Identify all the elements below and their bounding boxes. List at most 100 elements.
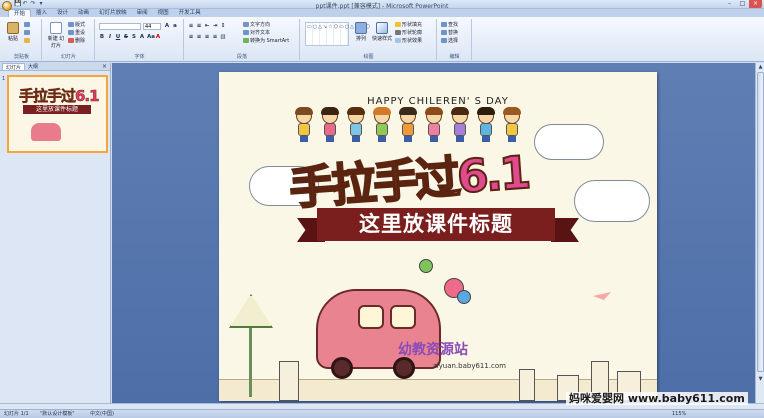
find-label: 查找 [448, 22, 459, 28]
cut-button[interactable] [24, 22, 31, 29]
clipboard-group: 粘贴 剪贴板 [2, 19, 42, 60]
text-direction-button[interactable]: 文字方向 [243, 22, 270, 29]
italic-icon[interactable]: I [107, 34, 113, 40]
strikethrough-icon[interactable]: S [123, 34, 129, 40]
tab-outline[interactable]: 大纲 [25, 63, 41, 70]
columns-icon[interactable]: ▥ [220, 34, 226, 40]
copy-button[interactable] [24, 30, 31, 37]
shrink-font-icon[interactable]: a [172, 23, 178, 29]
shape-outline-button[interactable]: 形状轮廓 [395, 30, 422, 37]
smartart-button[interactable]: 转换为 SmartArt [243, 38, 289, 45]
subtitle-banner[interactable]: 这里放课件标题 [317, 208, 555, 241]
office-button[interactable] [2, 1, 12, 11]
arrange-button[interactable]: 排列 [353, 21, 369, 47]
shape-fill-button[interactable]: 形状填充 [395, 22, 422, 29]
site-logo: 幼教资源站 [398, 342, 468, 358]
cloud-right [574, 180, 650, 222]
editing-group: 查找 替换 选择 编辑 [438, 19, 472, 60]
tab-design[interactable]: 设计 [52, 9, 73, 17]
site-logo-url: ziyuan.baby611.com [433, 362, 507, 370]
tab-animation[interactable]: 动画 [73, 9, 94, 17]
layout-label: 版式 [75, 22, 86, 28]
increase-indent-icon[interactable]: ⇥ [212, 23, 218, 29]
underline-icon[interactable]: U [115, 34, 121, 40]
tab-view[interactable]: 视图 [153, 9, 174, 17]
pane-close-icon[interactable]: × [102, 63, 107, 71]
reset-button[interactable]: 重设 [68, 30, 85, 37]
close-button[interactable]: × [749, 0, 762, 8]
bus-wheel [393, 357, 415, 379]
shadow-icon[interactable]: S [131, 34, 137, 40]
align-text-button[interactable]: 对齐文本 [243, 30, 270, 37]
zoom-level[interactable]: 115% [672, 411, 686, 418]
delete-label: 删除 [75, 38, 86, 44]
spacing-icon[interactable]: A [139, 34, 145, 40]
replace-button[interactable]: 替换 [441, 30, 458, 37]
tab-slideshow[interactable]: 幻灯片放映 [94, 9, 132, 17]
slide-canvas[interactable]: HAPPY CHILEREN' S DAY 手拉手过6.1 这里放课件标题 幼教… [219, 72, 657, 401]
decrease-indent-icon[interactable]: ⇤ [204, 23, 210, 29]
status-theme: "默认设计模板" [40, 411, 75, 417]
align-text-icon [243, 30, 249, 35]
arrange-label: 排列 [355, 36, 366, 42]
select-button[interactable]: 选择 [441, 38, 458, 45]
format-painter-button[interactable] [24, 38, 31, 45]
slide-thumbnail[interactable]: 手拉手过6.1 这里放课件标题 [7, 75, 108, 153]
find-icon [441, 22, 447, 27]
new-slide-button[interactable]: 新建 幻灯片 [46, 21, 66, 49]
find-button[interactable]: 查找 [441, 22, 458, 29]
scroll-up-icon[interactable]: ▲ [756, 63, 764, 71]
align-left-icon[interactable]: ≡ [188, 34, 194, 40]
reset-icon [68, 30, 74, 35]
status-language: 中文(中国) [90, 411, 114, 417]
kid-figure [294, 107, 314, 142]
quick-styles-button[interactable]: 快速样式 [372, 21, 392, 47]
balloon [419, 259, 433, 273]
tab-slides[interactable]: 幻灯片 [2, 63, 26, 71]
replace-label: 替换 [448, 30, 459, 36]
shape-effects-label: 形状效果 [402, 38, 423, 44]
font-color-icon[interactable]: A [155, 34, 161, 40]
paragraph-label: 段落 [236, 54, 247, 60]
bus-window [358, 305, 384, 329]
slides-pane: 幻灯片 大纲 × 1 手拉手过6.1 这里放课件标题 [0, 63, 111, 403]
grow-font-icon[interactable]: A [164, 23, 170, 29]
bullets-icon[interactable]: ≡ [188, 23, 194, 29]
ribbon: 粘贴 剪贴板 新建 幻灯片 版式 重设 删除 幻灯片 44 A a B I U … [0, 17, 764, 62]
slide-number: 1 [2, 76, 6, 82]
drawing-group: ▭○△↘☆⬡▭○△↘☆⬡ 排列 快速样式 形状填充 形状轮廓 形状效果 绘图 [301, 19, 437, 60]
numbering-icon[interactable]: ≡ [196, 23, 202, 29]
editing-label: 编辑 [449, 54, 460, 60]
tab-review[interactable]: 审阅 [132, 9, 153, 17]
layout-button[interactable]: 版式 [68, 22, 85, 29]
align-right-icon[interactable]: ≡ [204, 34, 210, 40]
font-size-combo[interactable]: 44 [143, 23, 161, 30]
smartart-label: 转换为 SmartArt [250, 38, 290, 44]
scroll-down-icon[interactable]: ▼ [756, 375, 764, 383]
maximize-button[interactable]: □ [736, 0, 749, 8]
tab-home[interactable]: 开始 [8, 9, 32, 17]
title-char-2: 拉 [329, 156, 377, 214]
case-icon[interactable]: Aa [147, 34, 155, 40]
justify-icon[interactable]: ≡ [212, 34, 218, 40]
font-name-combo[interactable] [99, 23, 141, 30]
align-center-icon[interactable]: ≡ [196, 34, 202, 40]
shape-effects-button[interactable]: 形状效果 [395, 38, 422, 45]
line-spacing-icon[interactable]: ↕ [220, 23, 226, 29]
main-title: 手拉手过6.1 [287, 136, 531, 217]
bold-icon[interactable]: B [99, 34, 105, 40]
quick-styles-label: 快速样式 [372, 36, 393, 42]
vertical-scrollbar[interactable]: ▲ ▼ [755, 63, 764, 403]
title-char-4: 过 [412, 150, 460, 208]
pane-tabs: 幻灯片 大纲 × [0, 63, 110, 71]
scroll-thumb[interactable] [757, 72, 764, 372]
tab-insert[interactable]: 插入 [31, 9, 52, 17]
select-label: 选择 [448, 38, 459, 44]
paste-button[interactable]: 粘贴 [4, 21, 22, 47]
delete-button[interactable]: 删除 [68, 38, 85, 45]
shapes-gallery[interactable]: ▭○△↘☆⬡▭○△↘☆⬡ [305, 22, 370, 46]
paragraph-group: ≡ ≡ ⇤ ⇥ ↕ ≡ ≡ ≡ ≡ ▥ 文字方向 对齐文本 转换为 SmartA… [185, 19, 300, 60]
thumbnail-bus [31, 123, 61, 141]
tab-developer[interactable]: 开发工具 [174, 9, 206, 17]
minimize-button[interactable]: – [723, 0, 736, 8]
